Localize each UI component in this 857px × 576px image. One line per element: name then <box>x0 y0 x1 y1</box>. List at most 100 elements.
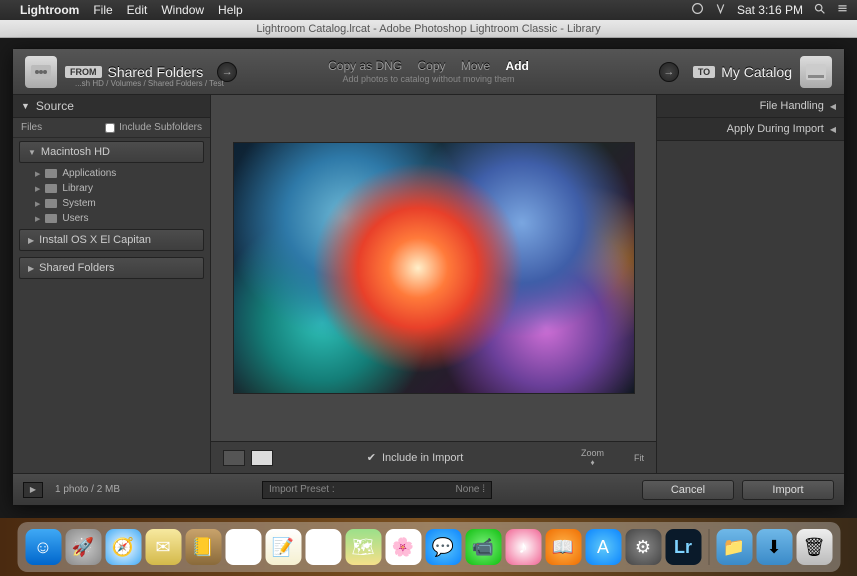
chevron-right-icon: ▶ <box>28 264 34 273</box>
dock-photos-icon[interactable]: 🌸 <box>385 529 421 565</box>
import-status-text: 1 photo / 2 MB <box>55 484 120 495</box>
dock-separator <box>708 529 709 565</box>
dock-folder1-icon[interactable]: 📁 <box>716 529 752 565</box>
spotlight-icon[interactable] <box>813 2 826 18</box>
chevron-right-icon: ▶ <box>35 215 40 223</box>
to-arrow-button[interactable]: → <box>659 62 679 82</box>
chevron-right-icon: ▶ <box>35 185 40 193</box>
dock-safari-icon[interactable]: 🧭 <box>105 529 141 565</box>
to-destination-label[interactable]: My Catalog <box>721 64 792 80</box>
destination-device-icon[interactable] <box>800 56 832 88</box>
loupe-view-button[interactable] <box>251 450 273 466</box>
window-title-bar: Lightroom Catalog.lrcat - Adobe Photosho… <box>0 20 857 38</box>
dock-trash-icon[interactable]: 🗑 <box>796 529 832 565</box>
import-dialog-footer: ▶ 1 photo / 2 MB Import Preset : None ⁞ … <box>13 473 844 505</box>
folder-icon <box>45 169 57 178</box>
op-copy[interactable]: Copy <box>418 59 446 73</box>
preview-image[interactable] <box>234 143 634 393</box>
files-tab[interactable]: Files <box>21 122 42 133</box>
dock-finder-icon[interactable]: ☺ <box>25 529 61 565</box>
dock-mail-icon[interactable]: ✉ <box>145 529 181 565</box>
chevron-right-icon: ▶ <box>28 236 34 245</box>
source-panel-header[interactable]: ▼ Source <box>13 95 210 118</box>
dock-ibooks-icon[interactable]: 📖 <box>545 529 581 565</box>
preview-panel: ✔ Include in Import Zoom ♦ Fit <box>211 95 656 473</box>
fit-label[interactable]: Fit <box>634 453 644 463</box>
menu-edit[interactable]: Edit <box>127 3 148 17</box>
include-subfolders-input[interactable] <box>105 123 115 133</box>
notification-center-icon[interactable] <box>836 2 849 18</box>
import-button[interactable]: Import <box>742 480 834 500</box>
dock-contacts-icon[interactable]: 📒 <box>185 529 221 565</box>
source-child-users[interactable]: ▶Users <box>13 211 210 226</box>
to-badge: TO <box>693 66 715 78</box>
hard-drive-icon <box>806 64 826 80</box>
dock-calendar-icon[interactable]: 21 <box>225 529 261 565</box>
from-badge: FROM <box>65 66 102 78</box>
macos-dock: ☺🚀🧭✉📒21📝☑🗺🌸💬📹♪📖A⚙Lr 📁⬇🗑 <box>17 522 840 572</box>
source-panel: ▼ Source Files Include Subfolders ▼ Maci… <box>13 95 211 473</box>
source-child-applications[interactable]: ▶Applications <box>13 166 210 181</box>
dock-facetime-icon[interactable]: 📹 <box>465 529 501 565</box>
source-item-shared-folders[interactable]: ▶ Shared Folders <box>19 257 204 279</box>
import-preset-dropdown[interactable]: Import Preset : None ⁞ <box>262 481 492 499</box>
op-description: Add photos to catalog without moving the… <box>322 74 535 84</box>
file-handling-header[interactable]: File Handling ◀ <box>657 95 844 118</box>
dock-reminders-icon[interactable]: ☑ <box>305 529 341 565</box>
dock-launchpad-icon[interactable]: 🚀 <box>65 529 101 565</box>
dock-lightroom-icon[interactable]: Lr <box>665 529 701 565</box>
source-child-system[interactable]: ▶System <box>13 196 210 211</box>
script-menu-icon[interactable] <box>714 2 727 18</box>
zoom-slider-icon[interactable]: ♦ <box>590 458 594 467</box>
menu-window[interactable]: Window <box>161 3 204 17</box>
disclosure-triangle-icon: ▼ <box>21 101 30 111</box>
dock-notes-icon[interactable]: 📝 <box>265 529 301 565</box>
checkmark-icon: ✔ <box>367 451 376 464</box>
sync-status-icon[interactable] <box>691 2 704 18</box>
import-dialog-header: FROM Shared Folders ...sh HD / Volumes /… <box>13 49 844 95</box>
dock-downloads-icon[interactable]: ⬇ <box>756 529 792 565</box>
preview-toolbar: ✔ Include in Import Zoom ♦ Fit <box>211 441 656 473</box>
dock-maps-icon[interactable]: 🗺 <box>345 529 381 565</box>
dock-preferences-icon[interactable]: ⚙ <box>625 529 661 565</box>
chevron-down-icon: ▼ <box>28 148 36 157</box>
op-move[interactable]: Move <box>461 59 490 73</box>
source-device-icon[interactable] <box>25 56 57 88</box>
cancel-button[interactable]: Cancel <box>642 480 734 500</box>
chevron-left-icon: ◀ <box>830 125 836 134</box>
zoom-label: Zoom <box>581 448 604 458</box>
menu-help[interactable]: Help <box>218 3 243 17</box>
grid-view-button[interactable] <box>223 450 245 466</box>
app-body: FROM Shared Folders ...sh HD / Volumes /… <box>0 38 857 576</box>
app-menu[interactable]: Lightroom <box>20 3 79 17</box>
chevron-left-icon: ◀ <box>830 102 836 111</box>
include-subfolders-checkbox[interactable]: Include Subfolders <box>105 122 202 133</box>
macos-menubar: Lightroom File Edit Window Help Sat 3:16… <box>0 0 857 20</box>
network-share-icon <box>31 65 51 79</box>
preview-area <box>211 95 656 441</box>
chevron-right-icon: ▶ <box>35 200 40 208</box>
menu-file[interactable]: File <box>93 3 112 17</box>
include-in-import-toggle[interactable]: ✔ Include in Import <box>367 451 464 464</box>
folder-icon <box>45 214 57 223</box>
source-panel-title: Source <box>36 99 74 113</box>
apply-during-import-header[interactable]: Apply During Import ◀ <box>657 118 844 141</box>
source-item-macintosh-hd[interactable]: ▼ Macintosh HD <box>19 141 204 163</box>
op-add[interactable]: Add <box>506 59 529 73</box>
source-item-install-osx[interactable]: ▶ Install OS X El Capitan <box>19 229 204 251</box>
dock-appstore-icon[interactable]: A <box>585 529 621 565</box>
chevron-right-icon: ▶ <box>35 170 40 178</box>
source-child-library[interactable]: ▶Library <box>13 181 210 196</box>
from-source-path: ...sh HD / Volumes / Shared Folders / Te… <box>75 79 224 88</box>
minimize-panel-button[interactable]: ▶ <box>23 482 43 498</box>
dock-messages-icon[interactable]: 💬 <box>425 529 461 565</box>
dock-itunes-icon[interactable]: ♪ <box>505 529 541 565</box>
folder-icon <box>45 199 57 208</box>
import-dialog: FROM Shared Folders ...sh HD / Volumes /… <box>12 48 845 506</box>
import-operation-selector: Copy as DNG Copy Move Add Add photos to … <box>322 59 535 84</box>
folder-icon <box>45 184 57 193</box>
menubar-clock[interactable]: Sat 3:16 PM <box>737 3 803 17</box>
from-source-label[interactable]: Shared Folders <box>108 64 204 80</box>
op-copy-as-dng[interactable]: Copy as DNG <box>328 59 402 73</box>
settings-panel: File Handling ◀ Apply During Import ◀ <box>656 95 844 473</box>
